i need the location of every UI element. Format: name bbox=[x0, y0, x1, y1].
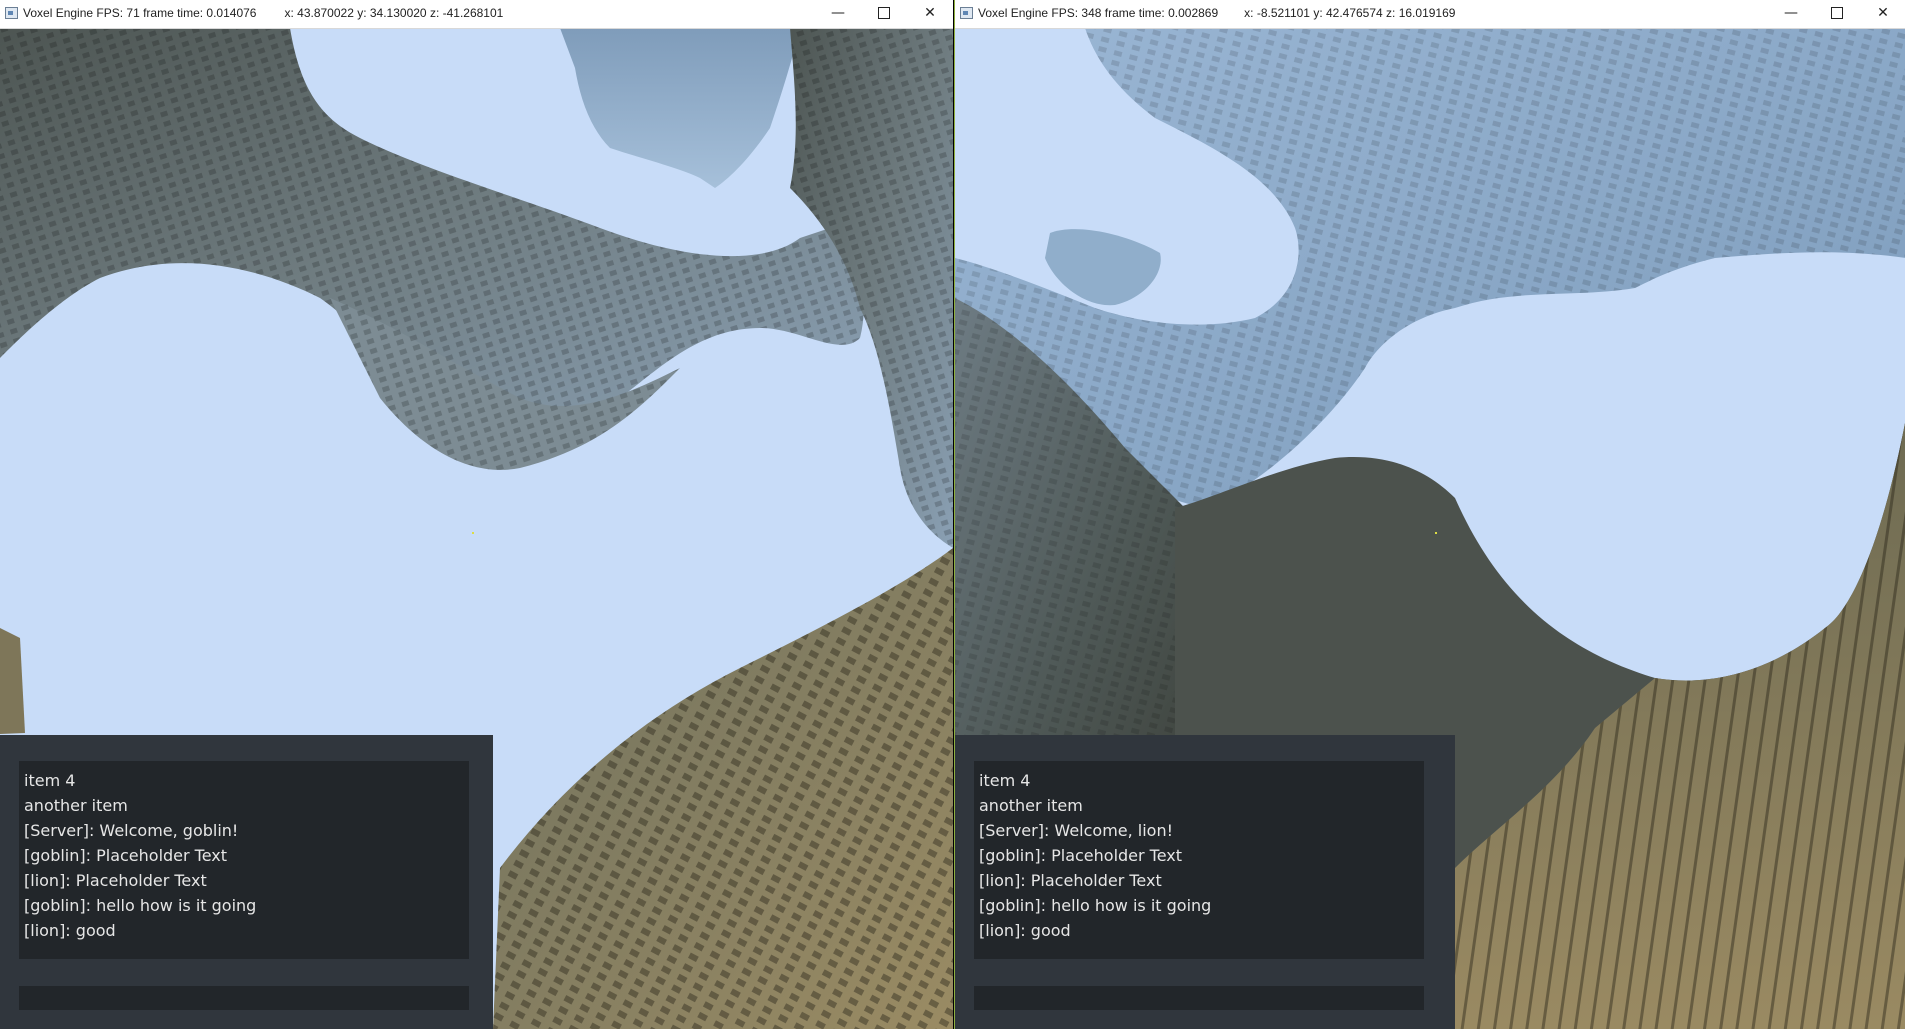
crosshair-icon bbox=[472, 532, 474, 534]
left-coords-text: x: 43.870022 y: 34.130020 z: -41.268101 bbox=[284, 6, 504, 20]
left-chat-log[interactable]: item 4 another item [Server]: Welcome, g… bbox=[19, 761, 469, 959]
left-chat-panel: item 4 another item [Server]: Welcome, g… bbox=[0, 735, 493, 1029]
right-close-button[interactable]: ✕ bbox=[1860, 0, 1905, 28]
right-chat-log[interactable]: item 4 another item [Server]: Welcome, l… bbox=[974, 761, 1424, 959]
chat-message: [Server]: Welcome, lion! bbox=[979, 821, 1174, 840]
left-window-title: Voxel Engine FPS: 71 frame time: 0.01407… bbox=[23, 6, 503, 20]
minimize-icon: — bbox=[831, 5, 845, 21]
chat-message: [goblin]: Placeholder Text bbox=[24, 846, 228, 865]
chat-message: [lion]: Placeholder Text bbox=[979, 871, 1162, 890]
chat-message: [goblin]: hello how is it going bbox=[24, 896, 257, 915]
chat-message: [goblin]: Placeholder Text bbox=[979, 846, 1183, 865]
chat-message: [lion]: Placeholder Text bbox=[24, 871, 207, 890]
left-game-window[interactable]: Voxel Engine FPS: 71 frame time: 0.01407… bbox=[0, 0, 953, 1029]
crosshair-icon bbox=[1435, 532, 1437, 534]
right-fps-text: Voxel Engine FPS: 348 frame time: 0.0028… bbox=[978, 6, 1219, 20]
chat-message: item 4 bbox=[979, 771, 1031, 790]
left-minimize-button[interactable]: — bbox=[815, 0, 861, 28]
right-game-window[interactable]: Voxel Engine FPS: 348 frame time: 0.0028… bbox=[954, 0, 1905, 1029]
close-icon: ✕ bbox=[1877, 5, 1889, 21]
left-maximize-button[interactable] bbox=[861, 0, 907, 28]
left-close-button[interactable]: ✕ bbox=[907, 0, 953, 28]
minimize-icon: — bbox=[1784, 5, 1798, 21]
maximize-icon bbox=[878, 7, 890, 19]
right-coords-text: x: -8.521101 y: 42.476574 z: 16.019169 bbox=[1244, 6, 1456, 20]
right-title-bar[interactable]: Voxel Engine FPS: 348 frame time: 0.0028… bbox=[955, 0, 1905, 29]
left-fps-text: Voxel Engine FPS: 71 frame time: 0.01407… bbox=[23, 6, 257, 20]
chat-message: another item bbox=[979, 796, 1083, 815]
chat-message: [lion]: good bbox=[979, 921, 1071, 940]
right-chat-panel: item 4 another item [Server]: Welcome, l… bbox=[955, 735, 1455, 1029]
close-icon: ✕ bbox=[924, 5, 936, 21]
right-window-title: Voxel Engine FPS: 348 frame time: 0.0028… bbox=[978, 6, 1455, 20]
chat-message: [Server]: Welcome, goblin! bbox=[24, 821, 239, 840]
maximize-icon bbox=[1831, 7, 1843, 19]
chat-message: another item bbox=[24, 796, 128, 815]
app-icon bbox=[960, 7, 973, 19]
app-icon bbox=[5, 7, 18, 19]
left-chat-input[interactable] bbox=[19, 986, 469, 1010]
right-chat-input[interactable] bbox=[974, 986, 1424, 1010]
chat-message: [lion]: good bbox=[24, 921, 116, 940]
right-maximize-button[interactable] bbox=[1814, 0, 1860, 28]
chat-message: [goblin]: hello how is it going bbox=[979, 896, 1212, 915]
chat-message: item 4 bbox=[24, 771, 76, 790]
right-minimize-button[interactable]: — bbox=[1768, 0, 1814, 28]
left-title-bar[interactable]: Voxel Engine FPS: 71 frame time: 0.01407… bbox=[0, 0, 953, 29]
